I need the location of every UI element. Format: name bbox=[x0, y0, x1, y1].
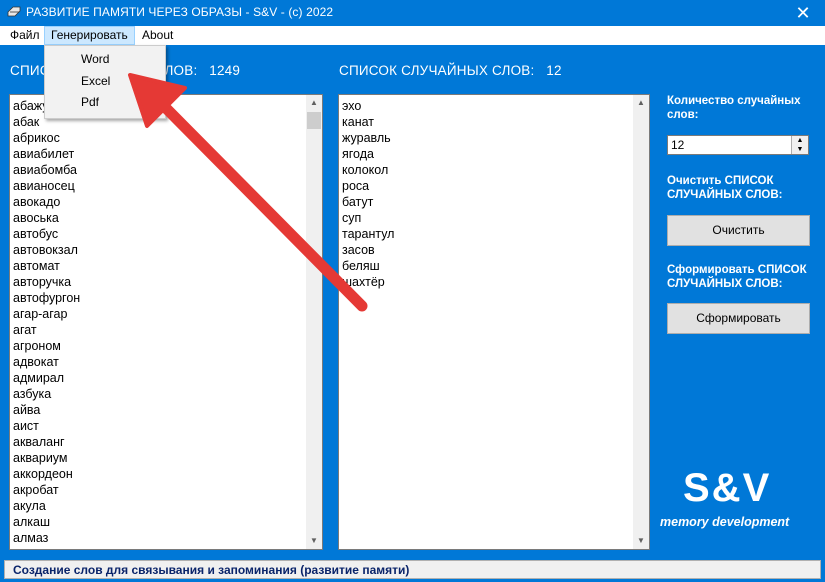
clear-button[interactable]: Очистить bbox=[667, 215, 810, 246]
list-item[interactable]: колокол bbox=[339, 162, 649, 178]
list-item[interactable]: аист bbox=[10, 418, 322, 434]
status-text: Создание слов для связывания и запоминан… bbox=[13, 563, 410, 577]
title-bar: РАЗВИТИЕ ПАМЯТИ ЧЕРЕЗ ОБРАЗЫ - S&V - (c)… bbox=[0, 0, 825, 26]
list-item[interactable]: агроном bbox=[10, 338, 322, 354]
list-item[interactable]: роса bbox=[339, 178, 649, 194]
list-item[interactable]: засов bbox=[339, 242, 649, 258]
source-words-list[interactable]: абажур абак абрикос авиабилет авиабомба авиан… bbox=[9, 94, 323, 550]
list-item[interactable]: беляш bbox=[339, 258, 649, 274]
logo-subtitle: memory development bbox=[660, 515, 790, 529]
list-item[interactable]: алмаз bbox=[10, 530, 322, 546]
close-button[interactable]: ✕ bbox=[781, 0, 825, 26]
scroll-down-arrow-icon[interactable]: ▼ bbox=[633, 533, 649, 549]
list-item[interactable]: суп bbox=[339, 210, 649, 226]
list-item[interactable]: айва bbox=[10, 402, 322, 418]
menu-item-excel[interactable]: Excel bbox=[81, 72, 110, 90]
menu-about[interactable]: About bbox=[136, 26, 179, 45]
list-item[interactable]: авиабилет bbox=[10, 146, 322, 162]
app-icon bbox=[7, 6, 21, 17]
list-item[interactable]: акваланг bbox=[10, 434, 322, 450]
list-item[interactable]: авиабомба bbox=[10, 162, 322, 178]
list-item[interactable]: авокадо bbox=[10, 194, 322, 210]
generate-button[interactable]: Сформировать bbox=[667, 303, 810, 334]
count-spinner[interactable]: 12 ▲ ▼ bbox=[667, 135, 809, 155]
list-item[interactable]: журавль bbox=[339, 130, 649, 146]
menu-generate[interactable]: Генерировать bbox=[44, 26, 135, 45]
random-list-count: 12 bbox=[546, 63, 562, 78]
list-item[interactable]: алкаш bbox=[10, 514, 322, 530]
list-item[interactable]: авианосец bbox=[10, 178, 322, 194]
list-item[interactable]: эхо bbox=[339, 98, 649, 114]
list-item[interactable]: адмирал bbox=[10, 370, 322, 386]
list-item[interactable]: ягода bbox=[339, 146, 649, 162]
generate-dropdown-menu: Word Excel Pdf bbox=[44, 45, 166, 119]
list-item[interactable]: абрикос bbox=[10, 130, 322, 146]
menu-item-word[interactable]: Word bbox=[81, 50, 109, 68]
random-words-list[interactable]: эхо канат журавль ягода колокол роса батут суп т… bbox=[338, 94, 650, 550]
count-label: Количество случайных слов: bbox=[667, 95, 801, 121]
list-item[interactable]: аккордеон bbox=[10, 466, 322, 482]
list-item[interactable]: аквариум bbox=[10, 450, 322, 466]
scroll-thumb[interactable] bbox=[307, 112, 321, 129]
scroll-down-arrow-icon[interactable]: ▼ bbox=[306, 533, 322, 549]
count-spinner-value[interactable]: 12 bbox=[671, 138, 684, 152]
scroll-up-arrow-icon[interactable]: ▲ bbox=[633, 95, 649, 111]
generate-label: Сформировать СПИСОК СЛУЧАЙНЫХ СЛОВ: bbox=[667, 264, 807, 290]
list-item[interactable]: акула bbox=[10, 498, 322, 514]
logo-text: S&V bbox=[683, 466, 772, 510]
list-item[interactable]: азбука bbox=[10, 386, 322, 402]
random-list-header-label: СПИСОК СЛУЧАЙНЫХ СЛОВ: bbox=[339, 63, 535, 78]
random-list-scrollbar[interactable]: ▲ ▼ bbox=[633, 95, 649, 549]
status-panel: Создание слов для связывания и запоминан… bbox=[4, 560, 821, 579]
random-list-header: СПИСОК СЛУЧАЙНЫХ СЛОВ: 12 bbox=[339, 63, 562, 78]
list-item[interactable]: автобус bbox=[10, 226, 322, 242]
menu-item-pdf[interactable]: Pdf bbox=[81, 93, 99, 111]
list-item[interactable]: акробат bbox=[10, 482, 322, 498]
source-list-count: 1249 bbox=[209, 63, 241, 78]
list-item[interactable]: агар-агар bbox=[10, 306, 322, 322]
spin-up-icon[interactable]: ▲ bbox=[792, 136, 808, 145]
status-bar: Создание слов для связывания и запоминан… bbox=[0, 557, 825, 582]
scroll-up-arrow-icon[interactable]: ▲ bbox=[306, 95, 322, 111]
list-item[interactable]: автофургон bbox=[10, 290, 322, 306]
list-item[interactable]: автомат bbox=[10, 258, 322, 274]
list-item[interactable]: батут bbox=[339, 194, 649, 210]
list-item[interactable]: автовокзал bbox=[10, 242, 322, 258]
list-item[interactable]: авоська bbox=[10, 210, 322, 226]
source-list-scrollbar[interactable]: ▲ ▼ bbox=[306, 95, 322, 549]
list-item[interactable]: адвокат bbox=[10, 354, 322, 370]
spin-down-icon[interactable]: ▼ bbox=[792, 145, 808, 154]
window-title: РАЗВИТИЕ ПАМЯТИ ЧЕРЕЗ ОБРАЗЫ - S&V - (c)… bbox=[26, 5, 334, 19]
menu-file[interactable]: Файл bbox=[4, 26, 46, 45]
list-item[interactable]: агат bbox=[10, 322, 322, 338]
clear-label: Очистить СПИСОК СЛУЧАЙНЫХ СЛОВ: bbox=[667, 175, 783, 201]
list-item[interactable]: авторучка bbox=[10, 274, 322, 290]
menu-bar: Файл Генерировать About bbox=[0, 26, 825, 45]
list-item[interactable]: шахтёр bbox=[339, 274, 649, 290]
list-item[interactable]: тарантул bbox=[339, 226, 649, 242]
list-item[interactable]: канат bbox=[339, 114, 649, 130]
